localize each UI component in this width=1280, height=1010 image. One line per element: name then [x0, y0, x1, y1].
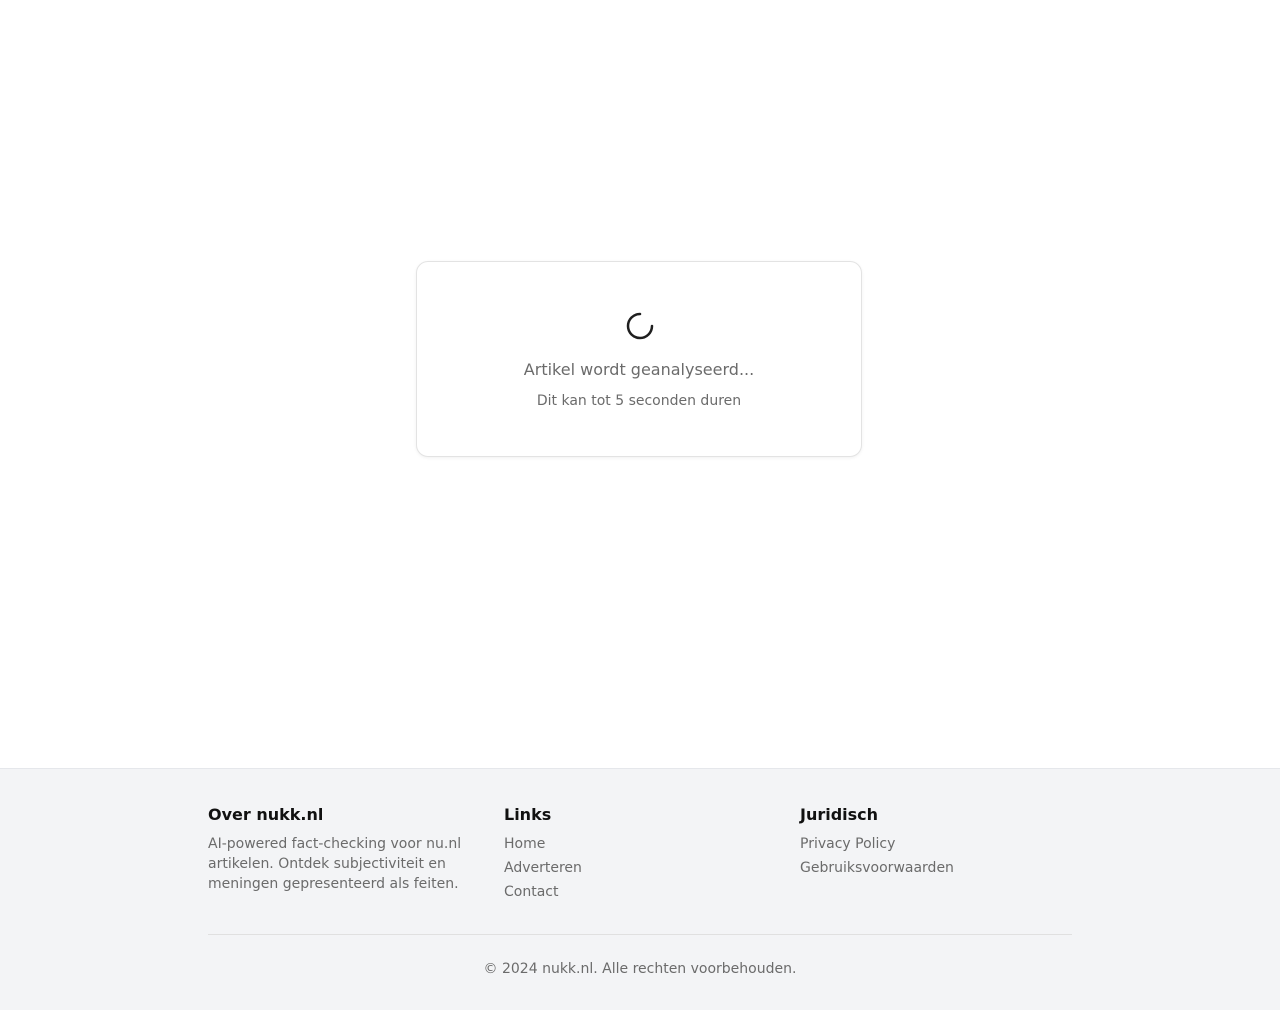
footer-links-list: Home Adverteren Contact — [504, 834, 768, 902]
loading-subtitle: Dit kan tot 5 seconden duren — [536, 393, 742, 409]
footer-legal-list: Privacy Policy Gebruiksvoorwaarden — [800, 834, 1064, 878]
footer-legal-column: Juridisch Privacy Policy Gebruiksvoorwaa… — [800, 804, 1064, 882]
main-content: Artikel wordt geanalyseerd... Dit kan to… — [0, 0, 1280, 768]
site-footer: Over nukk.nl AI-powered fact-checking vo… — [0, 768, 1280, 1010]
footer-divider — [208, 934, 1072, 935]
footer-about-heading: Over nukk.nl — [208, 805, 324, 824]
footer-link-adverteren[interactable]: Adverteren — [504, 860, 582, 876]
footer-copyright: © 2024 nukk.nl. Alle rechten voorbehoude… — [483, 961, 797, 977]
footer-links-column: Links Home Adverteren Contact — [504, 804, 768, 906]
footer-link-item: Contact — [504, 882, 768, 902]
footer-link-contact[interactable]: Contact — [504, 884, 558, 900]
footer-link-home[interactable]: Home — [504, 836, 545, 852]
footer-about-text: AI-powered fact-checking voor nu.nl arti… — [208, 836, 462, 892]
loading-card: Artikel wordt geanalyseerd... Dit kan to… — [416, 261, 862, 457]
footer-link-gebruiksvoorwaarden[interactable]: Gebruiksvoorwaarden — [800, 860, 954, 876]
spinner-icon — [626, 312, 654, 340]
footer-links-heading: Links — [504, 805, 552, 824]
footer-link-item: Adverteren — [504, 858, 768, 878]
footer-link-item: Privacy Policy — [800, 834, 1064, 854]
footer-legal-heading: Juridisch — [800, 805, 879, 824]
footer-about-column: Over nukk.nl AI-powered fact-checking vo… — [208, 804, 472, 894]
footer-link-item: Gebruiksvoorwaarden — [800, 858, 1064, 878]
footer-link-item: Home — [504, 834, 768, 854]
loading-title: Artikel wordt geanalyseerd... — [523, 360, 755, 379]
footer-link-privacy-policy[interactable]: Privacy Policy — [800, 836, 895, 852]
